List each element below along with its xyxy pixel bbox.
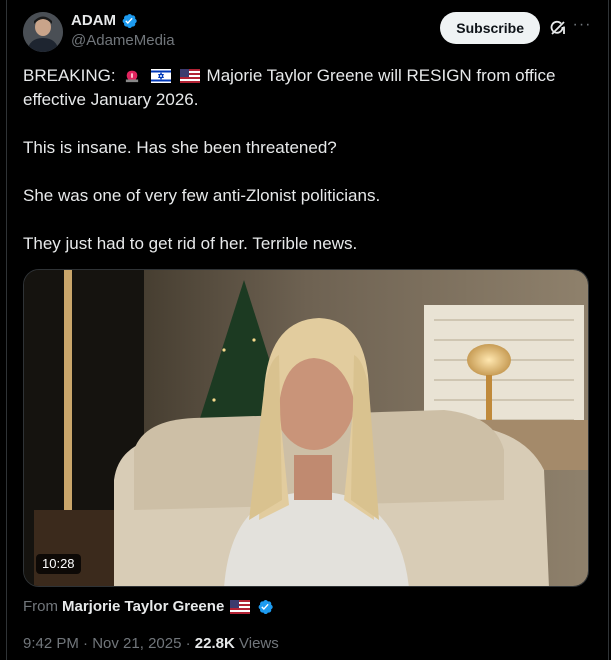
post: ADAM @AdameMedia Subscribe ··· BREAKING: bbox=[6, 0, 609, 660]
post-date[interactable]: Nov 21, 2025 bbox=[92, 635, 181, 652]
video-duration-badge: 10:28 bbox=[36, 554, 81, 574]
views-count: 22.8K bbox=[194, 635, 235, 652]
post-text: BREAKING: Majorie Taylor Greene will RES… bbox=[23, 64, 583, 280]
avatar[interactable] bbox=[23, 12, 63, 52]
video-source: From Marjorie Taylor Greene bbox=[23, 597, 274, 617]
post-meta: 9:42 PM · Nov 21, 2025 · 22.8K Views bbox=[23, 635, 279, 652]
video-thumbnail[interactable] bbox=[24, 270, 589, 587]
video-source-name[interactable]: Marjorie Taylor Greene bbox=[62, 597, 224, 617]
grok-icon[interactable] bbox=[548, 18, 568, 38]
israel-flag-icon bbox=[151, 69, 172, 83]
post-line-4: They just had to get rid of her. Terribl… bbox=[23, 234, 358, 253]
video-player[interactable]: 10:28 bbox=[23, 269, 589, 587]
post-line-2: This is insane. Has she been threatened? bbox=[23, 138, 337, 157]
us-flag-icon bbox=[230, 600, 251, 614]
verified-badge-icon bbox=[122, 13, 137, 29]
post-line-3: She was one of very few anti-Zlonist pol… bbox=[23, 186, 381, 205]
more-icon[interactable]: ··· bbox=[572, 16, 592, 36]
verified-badge-icon bbox=[258, 599, 273, 615]
post-time[interactable]: 9:42 PM bbox=[23, 635, 79, 652]
us-flag-icon bbox=[179, 69, 200, 83]
author-names: ADAM @AdameMedia bbox=[71, 12, 175, 51]
post-line-1: BREAKING: Majorie Taylor Greene will RES… bbox=[23, 66, 556, 109]
subscribe-button[interactable]: Subscribe bbox=[440, 12, 540, 44]
author-display-name[interactable]: ADAM bbox=[71, 12, 175, 30]
author-handle[interactable]: @AdameMedia bbox=[71, 31, 175, 51]
post-header: ADAM @AdameMedia Subscribe ··· bbox=[23, 12, 592, 56]
rotating-light-icon bbox=[126, 70, 139, 83]
views-label: Views bbox=[239, 635, 279, 652]
